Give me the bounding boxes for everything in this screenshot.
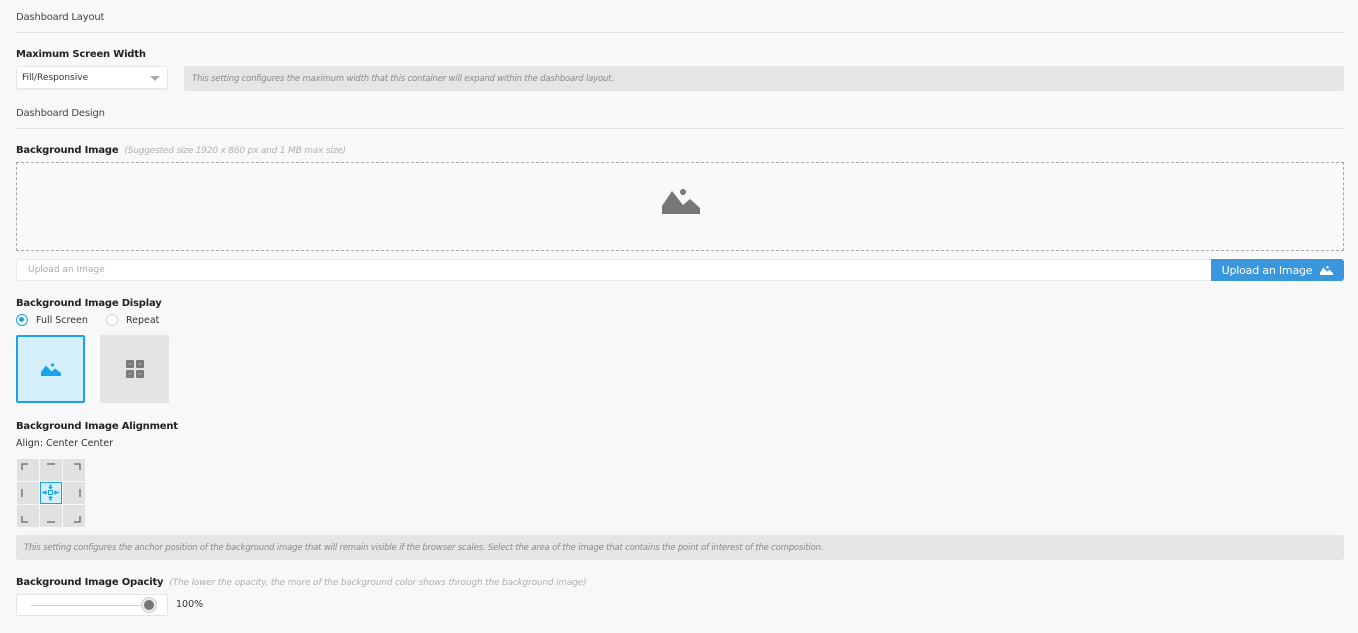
radio-full-screen-label: Full Screen [36,314,88,326]
upload-image-input[interactable]: Upload an Image [16,259,1212,281]
radio-repeat[interactable] [105,314,118,326]
corner-bottom-left-icon [21,516,28,523]
opacity-value: 100% [176,599,204,610]
align-top-center[interactable] [40,459,62,481]
opacity-slider[interactable] [16,594,168,616]
alignment-label: Background Image Alignment [16,421,178,432]
display-tile-full-screen[interactable] [16,335,85,403]
align-bottom-right[interactable] [63,505,85,527]
edge-right-icon [79,489,81,497]
display-tile-repeat[interactable] [100,335,169,403]
edge-top-icon [47,463,55,465]
corner-top-left-icon [21,463,28,470]
alignment-current: Align: Center Center [16,438,114,449]
edge-left-icon [21,489,23,497]
align-top-left[interactable] [17,459,39,481]
max-width-label: Maximum Screen Width [16,49,146,60]
grid-tiles-icon [125,360,144,378]
align-top-right[interactable] [63,459,85,481]
corner-top-right-icon [74,463,81,470]
align-bottom-left[interactable] [17,505,39,527]
image-dropzone[interactable] [16,162,1344,251]
background-image-label-text: Background Image [16,145,119,156]
image-icon [40,362,61,376]
align-center-center[interactable] [40,482,62,504]
max-width-selected-value: Fill/Responsive [22,73,89,83]
align-center-right[interactable] [63,482,85,504]
opacity-slider-track [31,605,149,606]
upload-image-placeholder: Upload an Image [28,265,105,275]
section-title-layout: Dashboard Layout [16,12,105,23]
section-title-design: Dashboard Design [16,108,105,119]
opacity-hint: (The lower the opacity, the more of the … [169,578,587,588]
divider [16,32,1344,33]
radio-full-screen[interactable] [16,314,28,326]
upload-image-button[interactable]: Upload an Image [1211,259,1344,281]
background-image-label: Background Image (Suggested size 1920 x 8… [16,145,346,156]
image-placeholder-icon [662,189,700,214]
opacity-label: Background Image Opacity (The lower the o… [16,577,587,588]
background-image-hint: (Suggested size 1920 x 860 px and 1 MB m… [124,146,346,156]
radio-repeat-label: Repeat [125,314,160,326]
max-width-info: This setting configures the maximum widt… [184,66,1344,91]
display-label: Background Image Display [16,298,162,309]
image-icon [1320,265,1334,275]
display-radio-group: Full Screen Repeat [16,314,159,326]
divider [16,128,1344,129]
align-bottom-center[interactable] [40,505,62,527]
alignment-grid [17,459,85,527]
edge-bottom-icon [47,521,55,523]
corner-bottom-right-icon [74,516,81,523]
align-center-left[interactable] [17,482,39,504]
chevron-down-icon [150,76,160,81]
max-width-info-text: This setting configures the maximum widt… [192,73,614,84]
opacity-slider-thumb[interactable] [142,598,156,612]
alignment-info: This setting configures the anchor posit… [16,535,1344,560]
opacity-label-text: Background Image Opacity [16,577,164,588]
max-width-select[interactable]: Fill/Responsive [16,66,168,89]
upload-image-button-label: Upload an Image [1221,263,1313,277]
center-arrows-icon [42,484,59,501]
dashboard-settings-panel: Dashboard Layout Maximum Screen Width Fi… [0,0,1358,633]
alignment-info-text: This setting configures the anchor posit… [24,542,824,553]
